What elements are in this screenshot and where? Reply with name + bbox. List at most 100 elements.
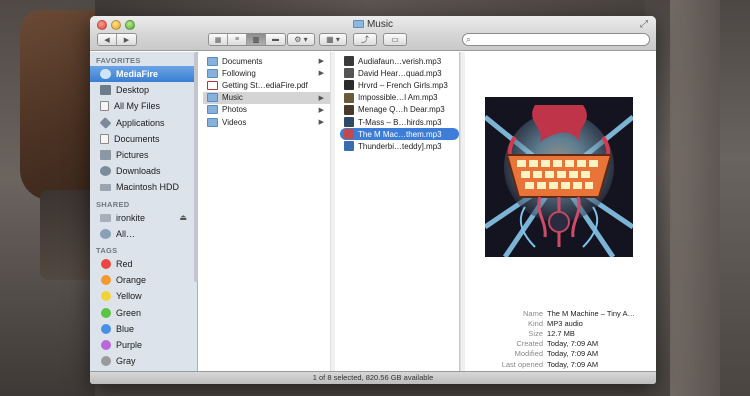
column-item[interactable]: Menage Q…h Dear.mp3 (340, 104, 459, 116)
info-value: Today, 7:09 AM (547, 359, 599, 369)
column-item[interactable]: Music ▶ (203, 91, 330, 104)
sidebar-tag-purple[interactable]: Purple (90, 337, 197, 353)
search-input[interactable] (462, 33, 650, 46)
info-value: Today, 7:09 AM (547, 339, 599, 349)
column-item-label: Following (222, 68, 256, 78)
back-forward-control: ◀ ▶ (97, 33, 137, 46)
column-item[interactable]: Impossible…l Am.mp3 (340, 92, 459, 104)
album-art-icon (344, 141, 354, 152)
eject-icon[interactable]: ⏏ (179, 213, 187, 222)
info-row: Created Today, 7:09 AM (465, 339, 656, 349)
status-bar: 1 of 8 selected, 820.56 GB available (90, 371, 656, 384)
sidebar-item-label: Pictures (116, 150, 149, 161)
column-item-label: Music (222, 93, 243, 103)
sidebar-item-pictures[interactable]: Pictures (90, 147, 197, 163)
column-item-label: Documents (222, 56, 263, 66)
sidebar-item-ironkite[interactable]: ironkite ⏏ (90, 210, 197, 226)
column-item-label: Audiafaun…verish.mp3 (358, 56, 442, 66)
column-item[interactable]: Getting St…ediaFire.pdf (203, 79, 330, 91)
action-button[interactable]: ⚙ ▾ (287, 33, 315, 46)
hard-drive-icon (100, 183, 111, 191)
column-item[interactable]: Thunderbi…teddy].mp3 (340, 140, 459, 152)
sidebar-item-downloads[interactable]: Downloads (90, 163, 197, 179)
album-art-icon (344, 129, 354, 140)
icon-view-button[interactable]: ▦ (209, 34, 228, 45)
sidebar-item-label: Purple (116, 339, 143, 350)
sidebar-section-tags: TAGS (96, 245, 118, 255)
column-item[interactable]: Photos ▶ (203, 104, 330, 116)
folder-icon (207, 56, 218, 66)
background-door (670, 0, 720, 396)
folder-icon (207, 117, 218, 127)
column-item[interactable]: Audiafaun…verish.mp3 (340, 55, 459, 67)
sidebar-item-all-shared[interactable]: All… (90, 226, 197, 242)
column-item[interactable]: T-Mass – B…hirds.mp3 (340, 116, 459, 128)
document-icon (100, 133, 109, 144)
sidebar-item-macintosh-hdd[interactable]: Macintosh HDD (90, 179, 197, 195)
info-key: Size (528, 328, 543, 338)
column-item-label: Videos (222, 117, 247, 127)
info-key: Kind (527, 318, 543, 328)
sidebar-item-all-my-files[interactable]: All My Files (90, 98, 197, 114)
background-bottom (95, 384, 645, 396)
sidebar-tag-gray[interactable]: Gray (90, 353, 197, 369)
disclosure-arrow-icon: ▶ (318, 106, 324, 114)
cloud-icon (100, 69, 111, 80)
coverflow-view-button[interactable]: ▬ (266, 34, 285, 45)
column-item[interactable]: David Hear…quad.mp3 (340, 67, 459, 79)
titlebar: Music ⤢ ◀ ▶ ▦ ≡ ▥ ▬ ⚙ ▾ ▦ ▾ ⤴ ▭ ⌕ (90, 16, 656, 51)
column-item-label: Impossible…l Am.mp3 (358, 93, 438, 103)
preview-pane: Name The M Machine – Tiny A… Kind MP3 audio… (465, 52, 656, 372)
info-value: 12.7 MB (547, 328, 575, 338)
folder-icon (207, 68, 218, 78)
finder-window: Music ⤢ ◀ ▶ ▦ ≡ ▥ ▬ ⚙ ▾ ▦ ▾ ⤴ ▭ ⌕ FAVORI… (90, 16, 656, 384)
arrange-button[interactable]: ▦ ▾ (319, 33, 347, 46)
sidebar-item-label: ironkite (116, 212, 146, 223)
sidebar: FAVORITES MediaFire Desktop All My Files… (90, 52, 198, 372)
sidebar-item-label: Desktop (116, 85, 150, 96)
tag-button[interactable]: ▭ (383, 33, 407, 46)
info-value: MP3 audio (547, 318, 583, 328)
list-view-button[interactable]: ≡ (228, 34, 247, 45)
album-art-icon (344, 92, 354, 103)
sidebar-item-applications[interactable]: Applications (90, 115, 197, 131)
column-item-label: David Hear…quad.mp3 (358, 68, 442, 78)
tag-color-icon (101, 307, 111, 318)
info-key: Last opened (501, 359, 543, 369)
sidebar-tag-orange[interactable]: Orange (90, 272, 197, 288)
column-item-label: The M Mac…them.mp3 (358, 129, 442, 139)
sidebar-item-desktop[interactable]: Desktop (90, 82, 197, 98)
sidebar-tag-yellow[interactable]: Yellow (90, 288, 197, 304)
column-item[interactable]: The M Mac…them.mp3 (340, 128, 459, 141)
sidebar-tag-red[interactable]: Red (90, 256, 197, 272)
column-item[interactable]: Following ▶ (203, 67, 330, 79)
sidebar-item-mediafire[interactable]: MediaFire (90, 66, 197, 83)
sidebar-item-documents[interactable]: Documents (90, 131, 197, 147)
sidebar-tag-green[interactable]: Green (90, 304, 197, 320)
share-button[interactable]: ⤴ (353, 33, 377, 46)
window-title-text: Music (366, 19, 394, 30)
fullscreen-icon[interactable]: ⤢ (640, 19, 650, 30)
sidebar-item-label: Applications (116, 117, 165, 128)
info-row: Kind MP3 audio (465, 318, 656, 328)
column-item[interactable]: Videos ▶ (203, 116, 330, 128)
column-view-button[interactable]: ▥ (247, 34, 266, 45)
album-art-icon (344, 104, 354, 115)
sidebar-section-shared: SHARED (96, 199, 130, 209)
forward-button[interactable]: ▶ (117, 34, 136, 45)
back-button[interactable]: ◀ (98, 34, 117, 45)
column-divider[interactable] (330, 52, 335, 372)
column-item[interactable]: Hrvrd – French Girls.mp3 (340, 79, 459, 91)
album-art-icon (344, 117, 354, 128)
sidebar-item-label: Yellow (116, 291, 142, 302)
album-art-icon (344, 56, 354, 67)
column-item-label: Photos (222, 105, 247, 115)
column-item[interactable]: Documents ▶ (203, 55, 330, 67)
pdf-icon (207, 80, 218, 90)
sidebar-tag-blue[interactable]: Blue (90, 321, 197, 337)
sidebar-item-label: Documents (114, 133, 160, 144)
window-title: Music (90, 19, 656, 30)
sidebar-scrollbar[interactable] (194, 52, 198, 282)
tag-list: Red Orange Yellow Green Blue Purple Gray (90, 256, 197, 369)
folder-icon (207, 93, 218, 103)
